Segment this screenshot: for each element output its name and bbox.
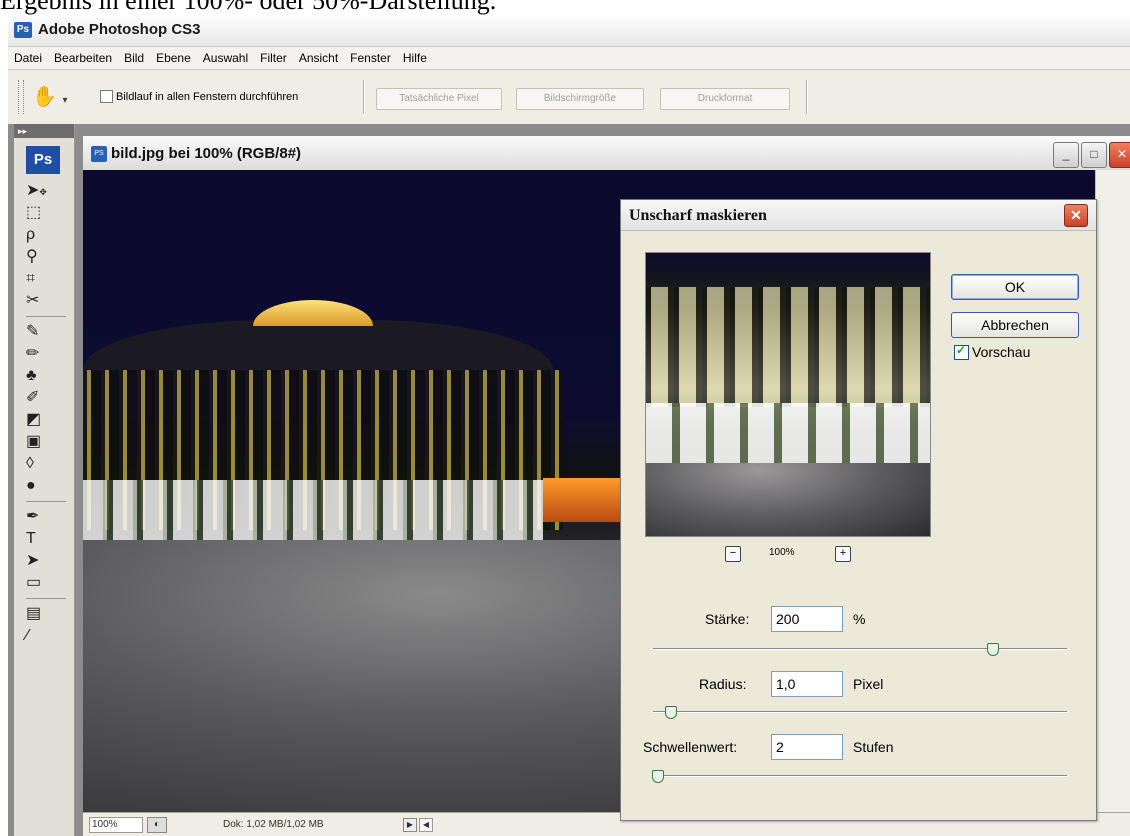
gradient-tool-icon[interactable]: ▣: [26, 431, 66, 453]
marquee-tool-icon[interactable]: ⬚: [26, 202, 66, 224]
dodge-tool-icon[interactable]: ●: [26, 475, 66, 497]
preview-windows: [646, 287, 930, 407]
photoshop-window: Ps Adobe Photoshop CS3 Datei Bearbeiten …: [8, 16, 1130, 836]
maximize-button[interactable]: □: [1081, 142, 1107, 168]
image-building-roof: [83, 320, 553, 370]
amount-field[interactable]: 200: [771, 606, 843, 632]
menu-fenster[interactable]: Fenster: [344, 51, 397, 65]
menu-bild[interactable]: Bild: [118, 51, 150, 65]
close-button[interactable]: ✕: [1109, 142, 1130, 168]
scroll-all-windows-checkbox[interactable]: [100, 90, 113, 103]
status-menu-arrow-icon[interactable]: ▶: [403, 818, 417, 832]
amount-unit: %: [853, 611, 866, 627]
vertical-scrollbar[interactable]: [1095, 170, 1130, 812]
status-camera-icon[interactable]: ◐: [147, 817, 167, 833]
toolbox-header[interactable]: ▸▸: [14, 124, 74, 138]
preview-lit-windows: [646, 403, 930, 463]
options-bar: ✋ ▾ Bildlauf in allen Fenstern durchführ…: [8, 70, 1130, 125]
threshold-field[interactable]: 2: [771, 734, 843, 760]
clone-stamp-tool-icon[interactable]: ♣: [26, 365, 66, 387]
cancel-button[interactable]: Abbrechen: [951, 312, 1079, 338]
eraser-tool-icon[interactable]: ◩: [26, 409, 66, 431]
image-lit-dome: [253, 300, 373, 326]
photoshop-logo[interactable]: Ps: [26, 146, 60, 174]
menu-ebene[interactable]: Ebene: [150, 51, 197, 65]
hand-tool-icon[interactable]: ✋ ▾: [32, 84, 82, 110]
radius-unit: Pixel: [853, 676, 884, 692]
photoshop-app-icon: Ps: [14, 22, 32, 38]
document-titlebar[interactable]: PS bild.jpg bei 100% (RGB/8#) _ □ ✕: [83, 136, 1130, 171]
zoom-out-button[interactable]: −: [725, 546, 741, 562]
app-title: Adobe Photoshop CS3: [38, 21, 201, 38]
slice-tool-icon[interactable]: ✂: [26, 290, 66, 312]
threshold-label: Schwellenwert:: [643, 739, 738, 755]
options-separator-end: [806, 80, 808, 114]
brush-tool-icon[interactable]: ✏: [26, 343, 66, 365]
actual-pixels-button[interactable]: Tatsächliche Pixel: [376, 88, 502, 110]
threshold-slider-thumb[interactable]: [652, 770, 665, 783]
tool-separator: [26, 501, 66, 502]
dialog-title: Unscharf maskieren: [629, 207, 767, 224]
dialog-preview-image[interactable]: [645, 252, 931, 537]
menubar: Datei Bearbeiten Bild Ebene Auswahl Filt…: [8, 47, 1130, 70]
menu-auswahl[interactable]: Auswahl: [197, 51, 254, 65]
history-brush-tool-icon[interactable]: ✐: [26, 387, 66, 409]
pen-tool-icon[interactable]: ✒: [26, 506, 66, 528]
options-grip-handle[interactable]: [18, 80, 24, 114]
dialog-titlebar[interactable]: Unscharf maskieren ✕: [621, 200, 1096, 231]
options-separator: [363, 80, 365, 114]
radius-field[interactable]: 1,0: [771, 671, 843, 697]
menu-bearbeiten[interactable]: Bearbeiten: [48, 51, 118, 65]
radius-slider-thumb[interactable]: [664, 706, 677, 719]
crop-tool-icon[interactable]: ⌗: [26, 268, 66, 290]
preview-option[interactable]: Vorschau: [954, 343, 1031, 360]
zoom-in-button[interactable]: +: [835, 546, 851, 562]
menu-hilfe[interactable]: Hilfe: [397, 51, 433, 65]
document-title: bild.jpg bei 100% (RGB/8#): [111, 145, 302, 162]
amount-label: Stärke:: [705, 611, 750, 627]
tool-separator: [26, 316, 66, 317]
zoom-field[interactable]: 100%: [89, 817, 143, 833]
dialog-close-button[interactable]: ✕: [1064, 204, 1088, 227]
print-size-button[interactable]: Druckformat: [660, 88, 790, 110]
document-size-info: Dok: 1,02 MB/1,02 MB: [223, 819, 324, 830]
horizontal-scroll-left-icon[interactable]: ◀: [419, 818, 433, 832]
radius-label: Radius:: [699, 676, 747, 692]
menu-datei[interactable]: Datei: [8, 51, 48, 65]
unsharp-mask-dialog: Unscharf maskieren ✕ − 100% + OK Abbrech…: [620, 199, 1097, 821]
lasso-tool-icon[interactable]: ρ: [26, 224, 66, 246]
document-icon: PS: [91, 146, 107, 162]
scroll-all-windows-option[interactable]: Bildlauf in allen Fenstern durchführen: [100, 90, 298, 103]
page-caption: Ergebnis in einer 100%- oder 50%-Darstel…: [0, 0, 497, 15]
toolbox: ▸▸ Ps ➤✥ ⬚ ρ ⚲ ⌗ ✂ ✎ ✏ ♣ ✐ ◩ ▣ ◊ ● ✒ T ➤…: [14, 124, 75, 836]
path-selection-tool-icon[interactable]: ➤: [26, 550, 66, 572]
blur-tool-icon[interactable]: ◊: [26, 453, 66, 475]
shape-tool-icon[interactable]: ▭: [26, 572, 66, 594]
preview-checkbox[interactable]: [954, 343, 969, 360]
fit-screen-button[interactable]: Bildschirmgröße: [516, 88, 644, 110]
eyedropper-tool-icon[interactable]: ⁄: [26, 625, 66, 647]
type-tool-icon[interactable]: T: [26, 528, 66, 550]
preview-checkbox-label: Vorschau: [972, 344, 1031, 360]
threshold-slider-track[interactable]: [653, 775, 1067, 777]
app-titlebar: Ps Adobe Photoshop CS3: [8, 16, 1130, 47]
amount-slider-thumb[interactable]: [987, 643, 1000, 656]
ok-button[interactable]: OK: [951, 274, 1079, 300]
scroll-all-windows-label: Bildlauf in allen Fenstern durchführen: [116, 90, 299, 103]
radius-slider-track[interactable]: [653, 711, 1067, 713]
preview-snow: [646, 463, 930, 536]
preview-zoom-label: 100%: [769, 547, 795, 558]
threshold-unit: Stufen: [853, 739, 894, 755]
tool-separator: [26, 598, 66, 599]
menu-filter[interactable]: Filter: [254, 51, 293, 65]
magic-wand-tool-icon[interactable]: ⚲: [26, 246, 66, 268]
move-tool-icon[interactable]: ➤✥: [26, 180, 66, 202]
minimize-button[interactable]: _: [1053, 142, 1079, 168]
notes-tool-icon[interactable]: ▤: [26, 603, 66, 625]
menu-ansicht[interactable]: Ansicht: [293, 51, 344, 65]
healing-brush-tool-icon[interactable]: ✎: [26, 321, 66, 343]
amount-slider-track[interactable]: [653, 648, 1067, 650]
